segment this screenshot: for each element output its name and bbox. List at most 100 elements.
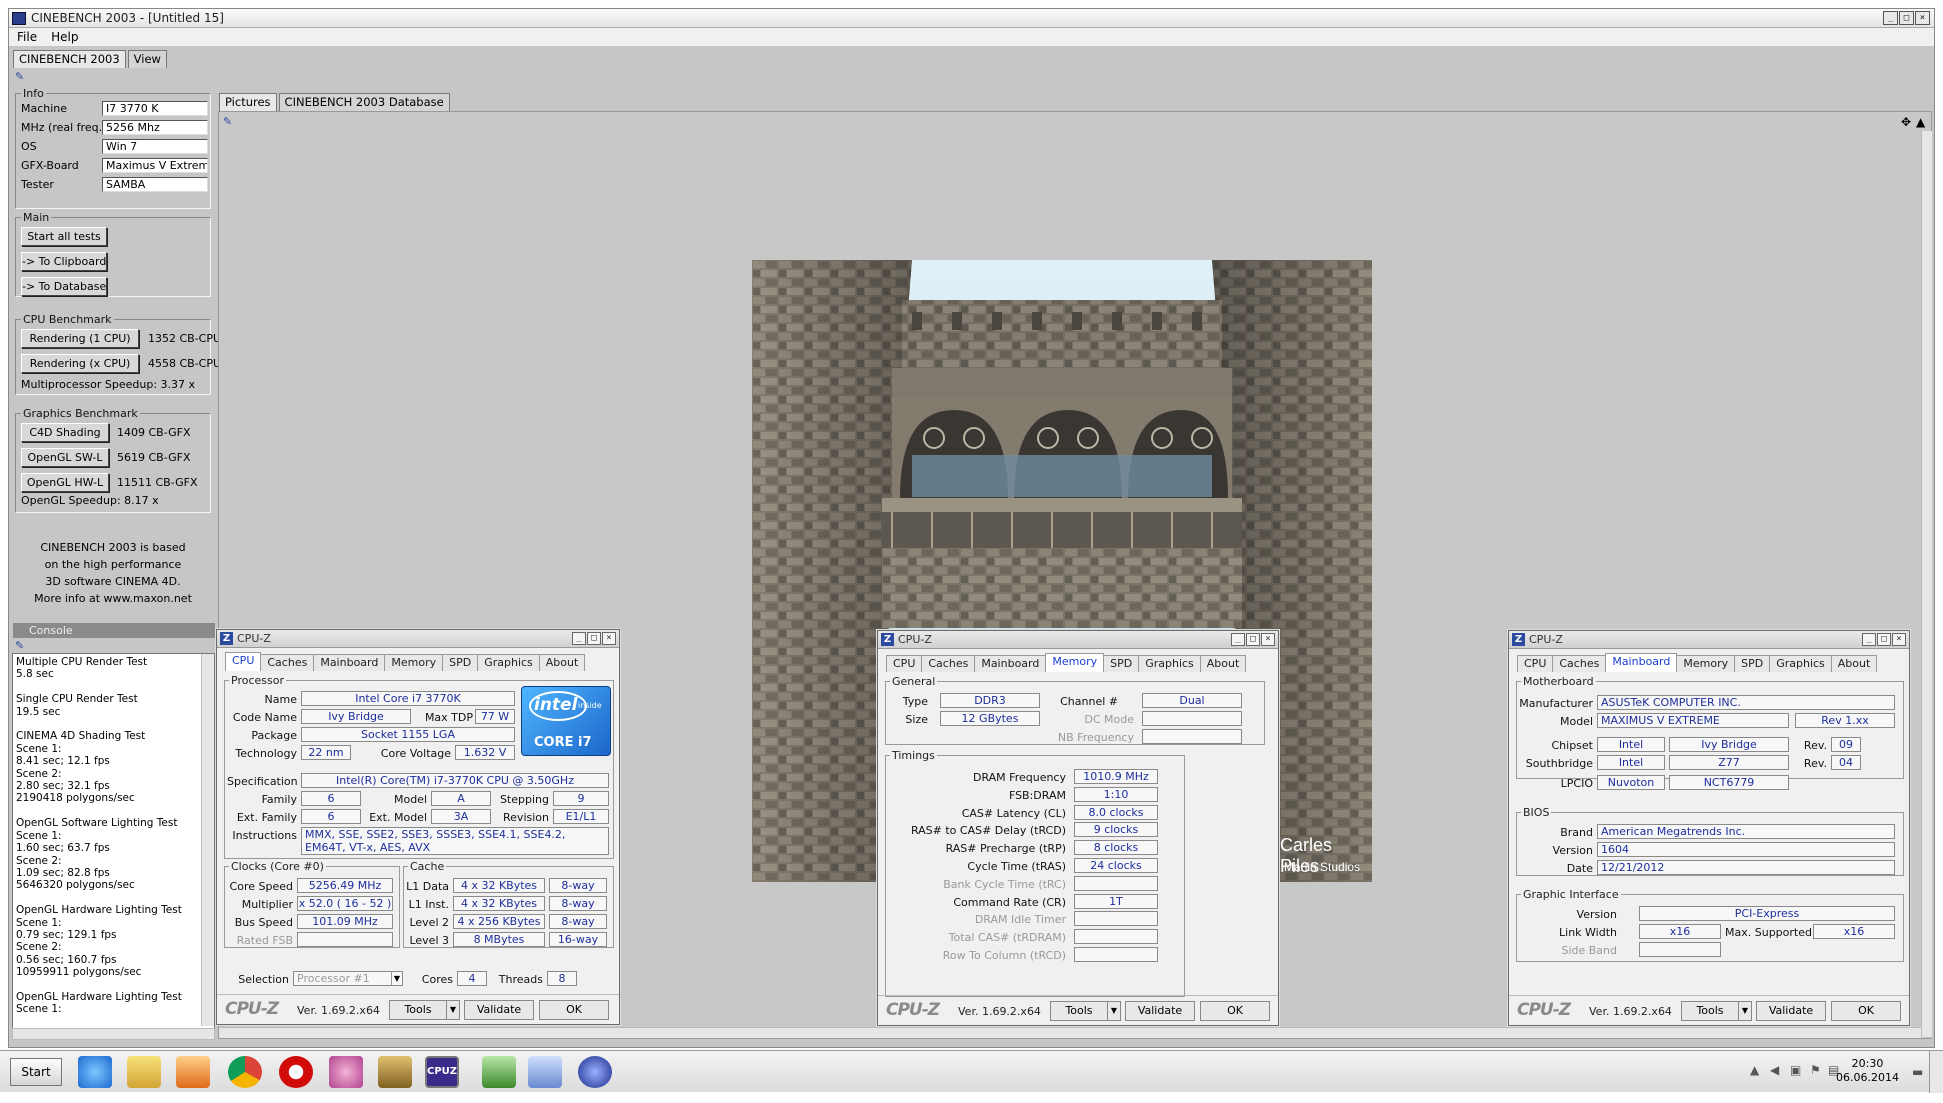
tools-dropdown-icon[interactable]: ▼ xyxy=(446,1000,460,1020)
validate-button[interactable]: Validate xyxy=(464,1000,534,1020)
info-field[interactable]: I7 3770 K xyxy=(102,101,208,116)
app-icon[interactable] xyxy=(378,1056,412,1088)
tray-expand-icon[interactable]: ▲ xyxy=(1750,1063,1762,1077)
cpuz-taskbar-icon[interactable]: CPUZ xyxy=(425,1056,459,1088)
cpuz-close-button[interactable]: × xyxy=(1892,633,1906,646)
cpuz-minimize-button[interactable]: _ xyxy=(572,632,586,645)
messenger-icon[interactable] xyxy=(329,1056,363,1088)
viewport-pin-icon[interactable]: ✎ xyxy=(223,116,237,127)
minimize-button[interactable]: _ xyxy=(1883,11,1898,25)
cpuz-maximize-button[interactable]: □ xyxy=(1246,633,1260,646)
menu-help[interactable]: Help xyxy=(51,28,78,46)
viewport-scrollbar[interactable] xyxy=(1921,131,1932,1037)
tab-cinebench[interactable]: CINEBENCH 2003 xyxy=(13,50,126,68)
cpuz-tab-cpu[interactable]: CPU xyxy=(886,655,923,672)
cpuz-tab-graphics[interactable]: Graphics xyxy=(1138,655,1201,672)
opera-icon[interactable] xyxy=(279,1056,313,1088)
internet-explorer-icon[interactable] xyxy=(78,1056,112,1088)
rendering-xcpu-button[interactable]: Rendering (x CPU) xyxy=(21,354,139,373)
start-all-tests-button[interactable]: Start all tests xyxy=(21,227,107,246)
cpuz-tab-mainboard[interactable]: Mainboard xyxy=(974,655,1047,672)
ok-button[interactable]: OK xyxy=(1831,1001,1901,1021)
console-hscrollbar[interactable] xyxy=(12,1028,215,1040)
info-field[interactable]: 5256 Mhz xyxy=(102,120,208,135)
to-database-button[interactable]: -> To Database xyxy=(21,277,107,296)
tools-button[interactable]: Tools xyxy=(1681,1001,1739,1021)
cpuz-tab-memory[interactable]: Memory xyxy=(1045,653,1105,672)
c4d-shading-button[interactable]: C4D Shading xyxy=(21,423,109,442)
console-scrollbar[interactable] xyxy=(201,654,214,1026)
volume-icon[interactable]: ◀ xyxy=(1770,1063,1782,1077)
file-explorer-icon[interactable] xyxy=(127,1056,161,1088)
notification-icon[interactable]: ▬ xyxy=(1912,1065,1924,1079)
cpuz-tab-spd[interactable]: SPD xyxy=(1103,655,1140,672)
cpuz-minimize-button[interactable]: _ xyxy=(1231,633,1245,646)
info-field[interactable]: Maximus V Extreme xyxy=(102,158,208,173)
cpuz-tab-memory[interactable]: Memory xyxy=(384,654,444,671)
cinebench-icon[interactable] xyxy=(578,1056,612,1088)
processor-select[interactable]: Processor #1 xyxy=(293,971,403,986)
close-button[interactable]: × xyxy=(1915,11,1930,25)
cpuz-tab-spd[interactable]: SPD xyxy=(442,654,479,671)
info-field[interactable]: SAMBA xyxy=(102,177,208,192)
flag-icon[interactable]: ⚑ xyxy=(1810,1063,1822,1077)
tools-dropdown-icon[interactable]: ▼ xyxy=(1738,1001,1752,1021)
rendering-xcpu-score: 4558 CB-CPU xyxy=(148,357,222,370)
cpuz-tab-cpu[interactable]: CPU xyxy=(225,652,262,671)
cpuz-tab-caches[interactable]: Caches xyxy=(260,654,315,671)
rendering-1cpu-button[interactable]: Rendering (1 CPU) xyxy=(21,329,139,348)
cpuz-tab-mainboard[interactable]: Mainboard xyxy=(1605,653,1678,672)
pin-icon[interactable]: ✎ xyxy=(15,71,29,82)
type-label: Type xyxy=(902,695,928,708)
cpuz-tab-caches[interactable]: Caches xyxy=(1552,655,1607,672)
viewport-hscrollbar[interactable] xyxy=(219,1027,1921,1038)
image-viewer-icon[interactable] xyxy=(482,1056,516,1088)
cpuz-minimize-button[interactable]: _ xyxy=(1862,633,1876,646)
cpuz-tab-memory[interactable]: Memory xyxy=(1676,655,1736,672)
cpuz-close-button[interactable]: × xyxy=(1261,633,1275,646)
validate-button[interactable]: Validate xyxy=(1125,1001,1195,1021)
menu-file[interactable]: File xyxy=(17,28,37,46)
cpu-name: Intel Core i7 3770K xyxy=(301,691,515,706)
cpuz-tab-mainboard[interactable]: Mainboard xyxy=(313,654,386,671)
camera-icon[interactable]: ▲ xyxy=(1916,115,1925,129)
tab-database[interactable]: CINEBENCH 2003 Database xyxy=(278,93,450,111)
to-clipboard-button[interactable]: -> To Clipboard xyxy=(21,252,107,271)
tools-button[interactable]: Tools xyxy=(1050,1001,1108,1021)
cpuz-maximize-button[interactable]: □ xyxy=(587,632,601,645)
media-player-icon[interactable] xyxy=(176,1056,210,1088)
cpuz-tab-about[interactable]: About xyxy=(1199,655,1247,672)
validate-button[interactable]: Validate xyxy=(1756,1001,1826,1021)
cache-size: 4 x 256 KBytes xyxy=(453,914,545,929)
info-field[interactable]: Win 7 xyxy=(102,139,208,154)
cpuz-close-button[interactable]: × xyxy=(602,632,616,645)
cpuz-maximize-button[interactable]: □ xyxy=(1877,633,1891,646)
console-header[interactable]: Console xyxy=(13,623,215,638)
ok-button[interactable]: OK xyxy=(1200,1001,1270,1021)
show-desktop-button[interactable] xyxy=(1929,1051,1943,1093)
cpuz-tab-graphics[interactable]: Graphics xyxy=(1769,655,1832,672)
tab-pictures[interactable]: Pictures xyxy=(219,93,277,111)
cpuz-tab-spd[interactable]: SPD xyxy=(1734,655,1771,672)
chevron-down-icon[interactable]: ▼ xyxy=(391,972,402,985)
start-button[interactable]: Start xyxy=(10,1058,62,1086)
opengl-swl-button[interactable]: OpenGL SW-L xyxy=(21,448,109,467)
network-icon[interactable]: ▣ xyxy=(1790,1063,1802,1077)
move-icon[interactable]: ✥ xyxy=(1901,115,1911,129)
console-output[interactable]: Multiple CPU Render Test 5.8 sec Single … xyxy=(12,653,215,1038)
tools-button[interactable]: Tools xyxy=(389,1000,447,1020)
opengl-hwl-button[interactable]: OpenGL HW-L xyxy=(21,473,109,492)
cpuz-tab-about[interactable]: About xyxy=(538,654,586,671)
cpuz-tab-graphics[interactable]: Graphics xyxy=(477,654,540,671)
clock[interactable]: 20:30 06.06.2014 xyxy=(1836,1057,1899,1085)
console-pin-icon[interactable]: ✎ xyxy=(15,640,29,651)
paint-icon[interactable] xyxy=(528,1056,562,1088)
tools-dropdown-icon[interactable]: ▼ xyxy=(1107,1001,1121,1021)
cpuz-tab-about[interactable]: About xyxy=(1830,655,1878,672)
chrome-icon[interactable] xyxy=(228,1056,262,1088)
ok-button[interactable]: OK xyxy=(539,1000,609,1020)
tab-view[interactable]: View xyxy=(127,50,167,68)
maximize-button[interactable]: □ xyxy=(1899,11,1914,25)
cpuz-tab-cpu[interactable]: CPU xyxy=(1517,655,1554,672)
cpuz-tab-caches[interactable]: Caches xyxy=(921,655,976,672)
